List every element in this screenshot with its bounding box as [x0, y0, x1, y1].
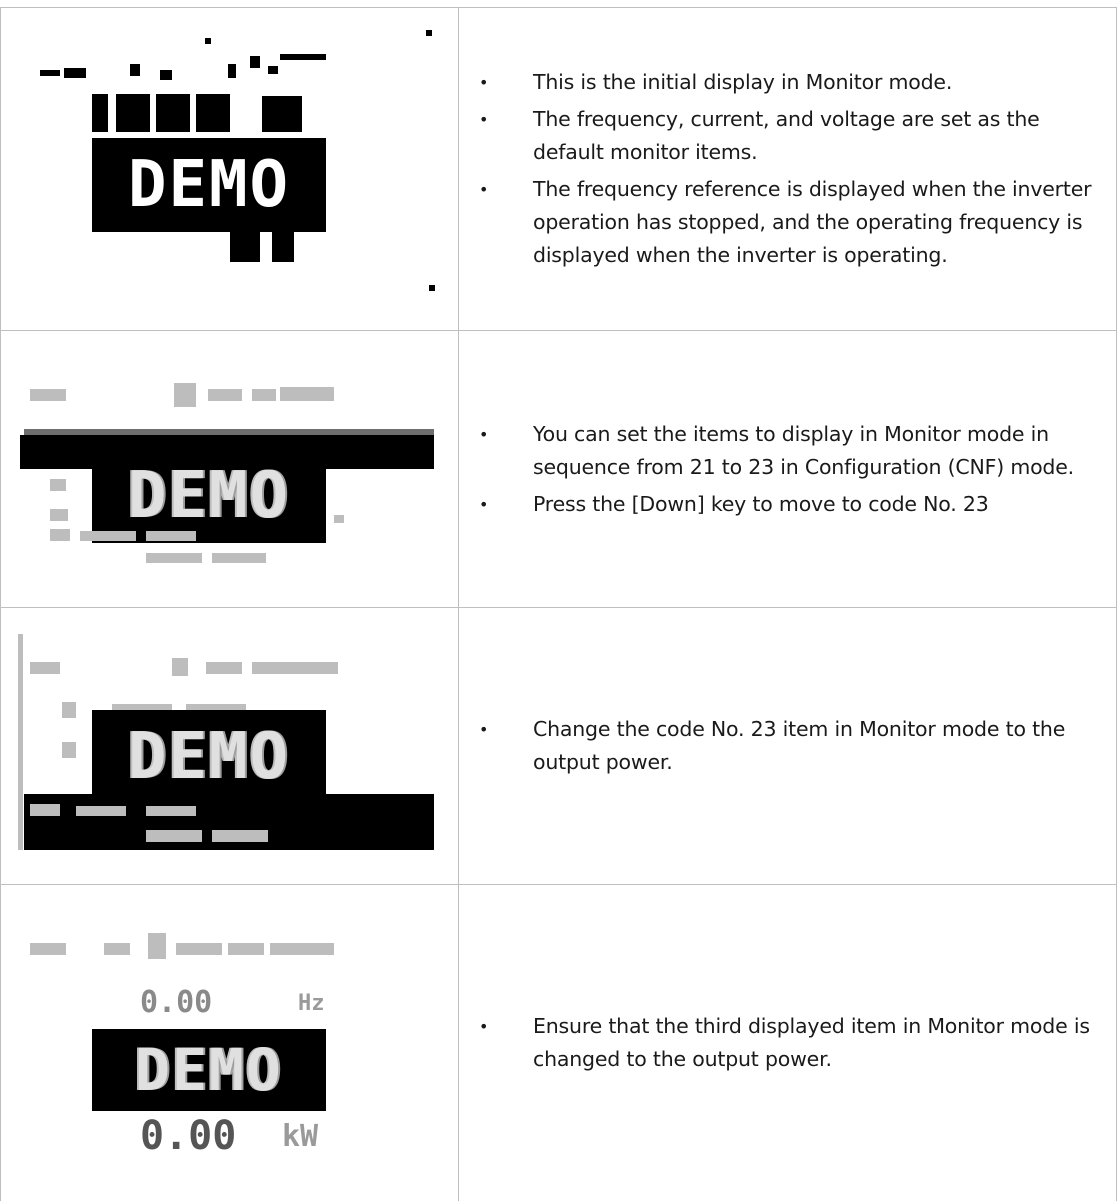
lcd-screenshot-monitor-initial: DEMO — [0, 8, 458, 330]
table-row: DEMO Change the code No. 23 item in Moni… — [0, 608, 1117, 884]
bullet-item: The frequency, current, and voltage are … — [477, 103, 1097, 169]
bullet-list: This is the initial display in Monitor m… — [459, 62, 1097, 276]
bullet-item: Ensure that the third displayed item in … — [477, 1010, 1097, 1076]
demo-watermark: DEMO — [92, 710, 326, 804]
bullet-list: Ensure that the third displayed item in … — [459, 1006, 1097, 1080]
bullet-list: Change the code No. 23 item in Monitor m… — [459, 709, 1097, 783]
table-row: DEMO You can set the items to display in… — [0, 331, 1117, 607]
table-row: 0.00 Hz DEMO 0.00 kW Ensure that the thi… — [0, 885, 1117, 1201]
bullet-list: You can set the items to display in Moni… — [459, 414, 1097, 525]
demo-watermark: DEMO — [92, 1029, 326, 1111]
table-row: DEMO This is the initial display in Moni… — [0, 8, 1117, 330]
bullet-item: Press the [Down] key to move to code No.… — [477, 488, 1097, 521]
lcd-screenshot-monitor-output-power: 0.00 Hz DEMO 0.00 kW — [0, 885, 458, 1201]
demo-watermark: DEMO — [92, 449, 326, 543]
bullet-item: The frequency reference is displayed whe… — [477, 173, 1097, 272]
bullet-item: Change the code No. 23 item in Monitor m… — [477, 713, 1097, 779]
lcd-screenshot-cnf-mode: DEMO — [0, 331, 458, 607]
lcd-screenshot-output-power-select: DEMO — [0, 608, 458, 884]
top-value: 0.00 — [140, 985, 213, 1020]
bottom-value: 0.00 — [140, 1113, 237, 1159]
bullet-item: You can set the items to display in Moni… — [477, 418, 1097, 484]
top-unit: Hz — [298, 991, 325, 1016]
bottom-unit: kW — [282, 1119, 319, 1154]
bullet-item: This is the initial display in Monitor m… — [477, 66, 1097, 99]
demo-watermark: DEMO — [92, 138, 326, 232]
